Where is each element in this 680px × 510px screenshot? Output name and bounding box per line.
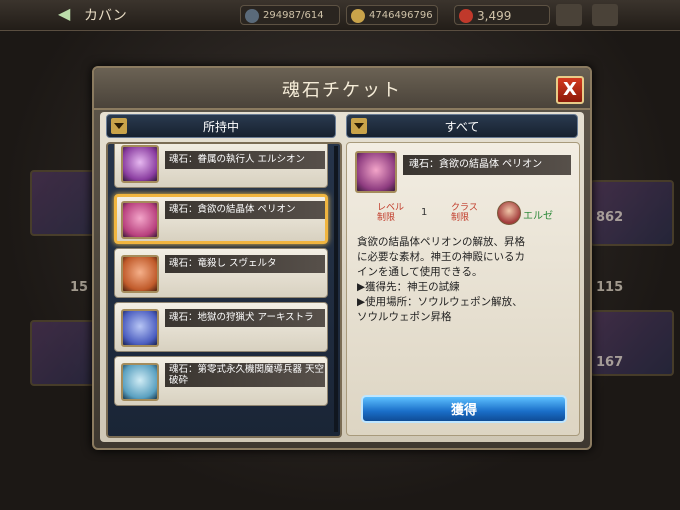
chevron-down-icon [351,118,367,134]
item-name: 魂石：竜殺し スヴェルタ [165,255,325,273]
description-line: ソウルウェポン昇格 [357,311,452,323]
class-limit-value: エルゼ [523,211,553,222]
soul-stone-thumbnail [121,201,159,239]
category-filter-label: すべて [444,120,480,134]
class-portrait-icon [497,201,521,225]
gem-value: 3,499 [477,9,512,23]
mail-icon[interactable] [556,4,582,26]
close-button[interactable]: X [556,76,584,104]
soul-stone-ticket-dialog: 魂石チケット X 所持中 すべて 魂石：眷属の執行人 エルシオン 魂石：貪欲の結… [92,66,592,450]
background-number: 862 [596,210,624,225]
category-filter-dropdown[interactable]: すべて [346,114,578,138]
background-number: 115 [596,280,624,295]
item-name: 魂石：眷属の執行人 エルシオン [165,151,325,169]
list-scrollbar[interactable] [334,146,338,432]
list-item[interactable]: 魂石：地獄の狩猟犬 アーキストラ [114,302,328,352]
level-limit-label-line1: レベル [377,203,405,213]
menu-icon[interactable] [592,4,618,26]
class-limit-label: クラス 制限 [451,203,478,223]
background-left-column: 15 [0,80,114,510]
description-line: ▶使用場所：ソウルウェポン解放、 [357,296,523,308]
detail-item-name: 魂石：貪欲の結晶体 ペリオン [403,155,571,175]
stamina-value: 294987/614 [263,10,324,21]
dialog-title: 魂石チケット [282,80,402,101]
ticket-list[interactable]: 魂石：眷属の執行人 エルシオン 魂石：貪欲の結晶体 ペリオン 魂石：竜殺し スヴ… [106,142,342,438]
lightning-icon [245,9,259,23]
top-bar: ◀ カバン 294987/614 4746496796 3,499 [0,0,680,31]
soul-stone-thumbnail [121,363,159,401]
class-limit-label-line1: クラス [451,203,478,213]
list-item-selected[interactable]: 魂石：貪欲の結晶体 ペリオン [114,194,328,244]
screen-title: カバン [84,8,127,24]
coin-icon [351,9,365,23]
gold-counter: 4746496796 [346,5,438,25]
list-item[interactable]: 魂石：第零式永久機関魔導兵器 天空破砕 [114,356,328,406]
background-right-column: 862 115 167 [590,80,680,510]
description-line: インを通して使用できる。 [357,266,483,278]
item-name: 魂石：地獄の狩猟犬 アーキストラ [165,309,325,327]
description-line: ▶獲得先：神王の試練 [357,281,460,293]
list-item[interactable]: 魂石：眷属の執行人 エルシオン [114,144,328,188]
class-limit-label-line2: 制限 [451,213,470,223]
level-limit-value: 1 [421,207,428,218]
level-limit-label-line2: 制限 [377,213,396,223]
item-name: 魂石：第零式永久機関魔導兵器 天空破砕 [165,363,325,387]
item-name: 魂石：貪欲の結晶体 ペリオン [165,201,325,219]
soul-stone-thumbnail [121,255,159,293]
soul-stone-thumbnail [121,309,159,347]
level-limit-label: レベル 制限 [377,203,404,223]
acquire-button[interactable]: 獲得 [361,395,567,423]
item-description: 貪欲の結晶体ペリオンの解放、昇格 に必要な素材。神王の神殿にいるカ インを通して… [357,235,571,325]
back-arrow-icon[interactable]: ◀ [58,4,78,24]
owned-filter-label: 所持中 [202,120,239,134]
list-item[interactable]: 魂石：竜殺し スヴェルタ [114,248,328,298]
soul-stone-thumbnail [355,151,397,193]
description-line: 貪欲の結晶体ペリオンの解放、昇格 [357,236,525,248]
background-number: 167 [596,355,624,370]
item-detail-panel: 魂石：貪欲の結晶体 ペリオン レベル 制限 1 クラス 制限 エルゼ 貪欲の結晶… [346,142,580,436]
dialog-body: 所持中 すべて 魂石：眷属の執行人 エルシオン 魂石：貪欲の結晶体 ペリオン 魂… [100,112,584,442]
gem-counter: 3,499 [454,5,550,25]
description-line: に必要な素材。神王の神殿にいるカ [357,251,525,263]
chevron-down-icon [111,118,127,134]
gem-icon [459,9,473,23]
stamina-counter: 294987/614 [240,5,340,25]
gold-value: 4746496796 [369,10,433,21]
soul-stone-thumbnail [121,145,159,183]
dialog-header: 魂石チケット X [94,68,590,110]
background-number: 15 [70,280,89,295]
owned-filter-dropdown[interactable]: 所持中 [106,114,336,138]
